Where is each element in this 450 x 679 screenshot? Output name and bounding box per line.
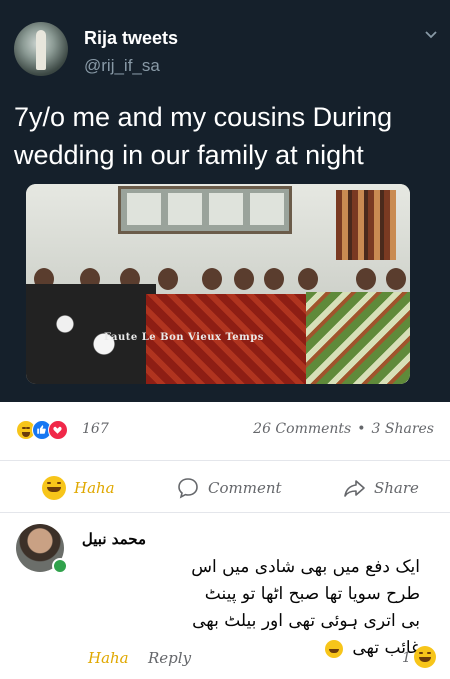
tweet-photo[interactable]: Faute Le Bon Vieux Temps [26, 184, 410, 384]
comment-haha-reaction-icon[interactable] [414, 646, 436, 668]
commenter-name[interactable]: محمد نبیل [82, 530, 146, 548]
divider [0, 512, 450, 513]
comment-text: ایک دفع میں بھی شادی میں اس طرح سویا تھا… [190, 554, 420, 662]
comment-haha-button[interactable]: Haha [88, 649, 129, 667]
haha-label: Haha [74, 479, 115, 497]
smile-emoji-icon [324, 639, 343, 658]
love-reaction-icon [48, 420, 68, 440]
facebook-post-footer: 167 26 Comments • 3 Shares Haha Comment Sh… [0, 402, 450, 679]
reaction-count: 167 [82, 421, 109, 437]
comment-reply-button[interactable]: Reply [148, 649, 191, 667]
share-icon [344, 480, 365, 497]
online-status-indicator [52, 558, 68, 574]
tweet-text: 7y/o me and my cousins During wedding in… [14, 102, 393, 170]
post-actions: Haha Comment Share [0, 466, 450, 510]
comment-icon [178, 478, 198, 499]
haha-icon [42, 476, 66, 500]
shares-count[interactable]: 3 Shares [372, 421, 434, 437]
tweet-author-avatar[interactable] [14, 22, 68, 76]
stats-separator: • [357, 421, 366, 437]
share-label: Share [374, 479, 419, 497]
tweet-author-handle[interactable]: @rij_if_sa [84, 56, 160, 76]
photo-watermark: Faute Le Bon Vieux Temps [104, 332, 264, 343]
tweet-card: Rija tweets @rij_if_sa 7y/o me and my co… [0, 0, 450, 402]
comments-count[interactable]: 26 Comments [253, 421, 351, 437]
comment-label: Comment [208, 479, 282, 497]
chevron-down-icon[interactable] [424, 28, 438, 42]
comment-body: ایک دفع میں بھی شادی میں اس طرح سویا تھا… [191, 557, 420, 658]
post-stats: 26 Comments • 3 Shares [253, 421, 434, 437]
tweet-author-name[interactable]: Rija tweets [84, 28, 178, 49]
divider [0, 460, 450, 461]
comment-reaction-count: 1 [402, 650, 411, 666]
